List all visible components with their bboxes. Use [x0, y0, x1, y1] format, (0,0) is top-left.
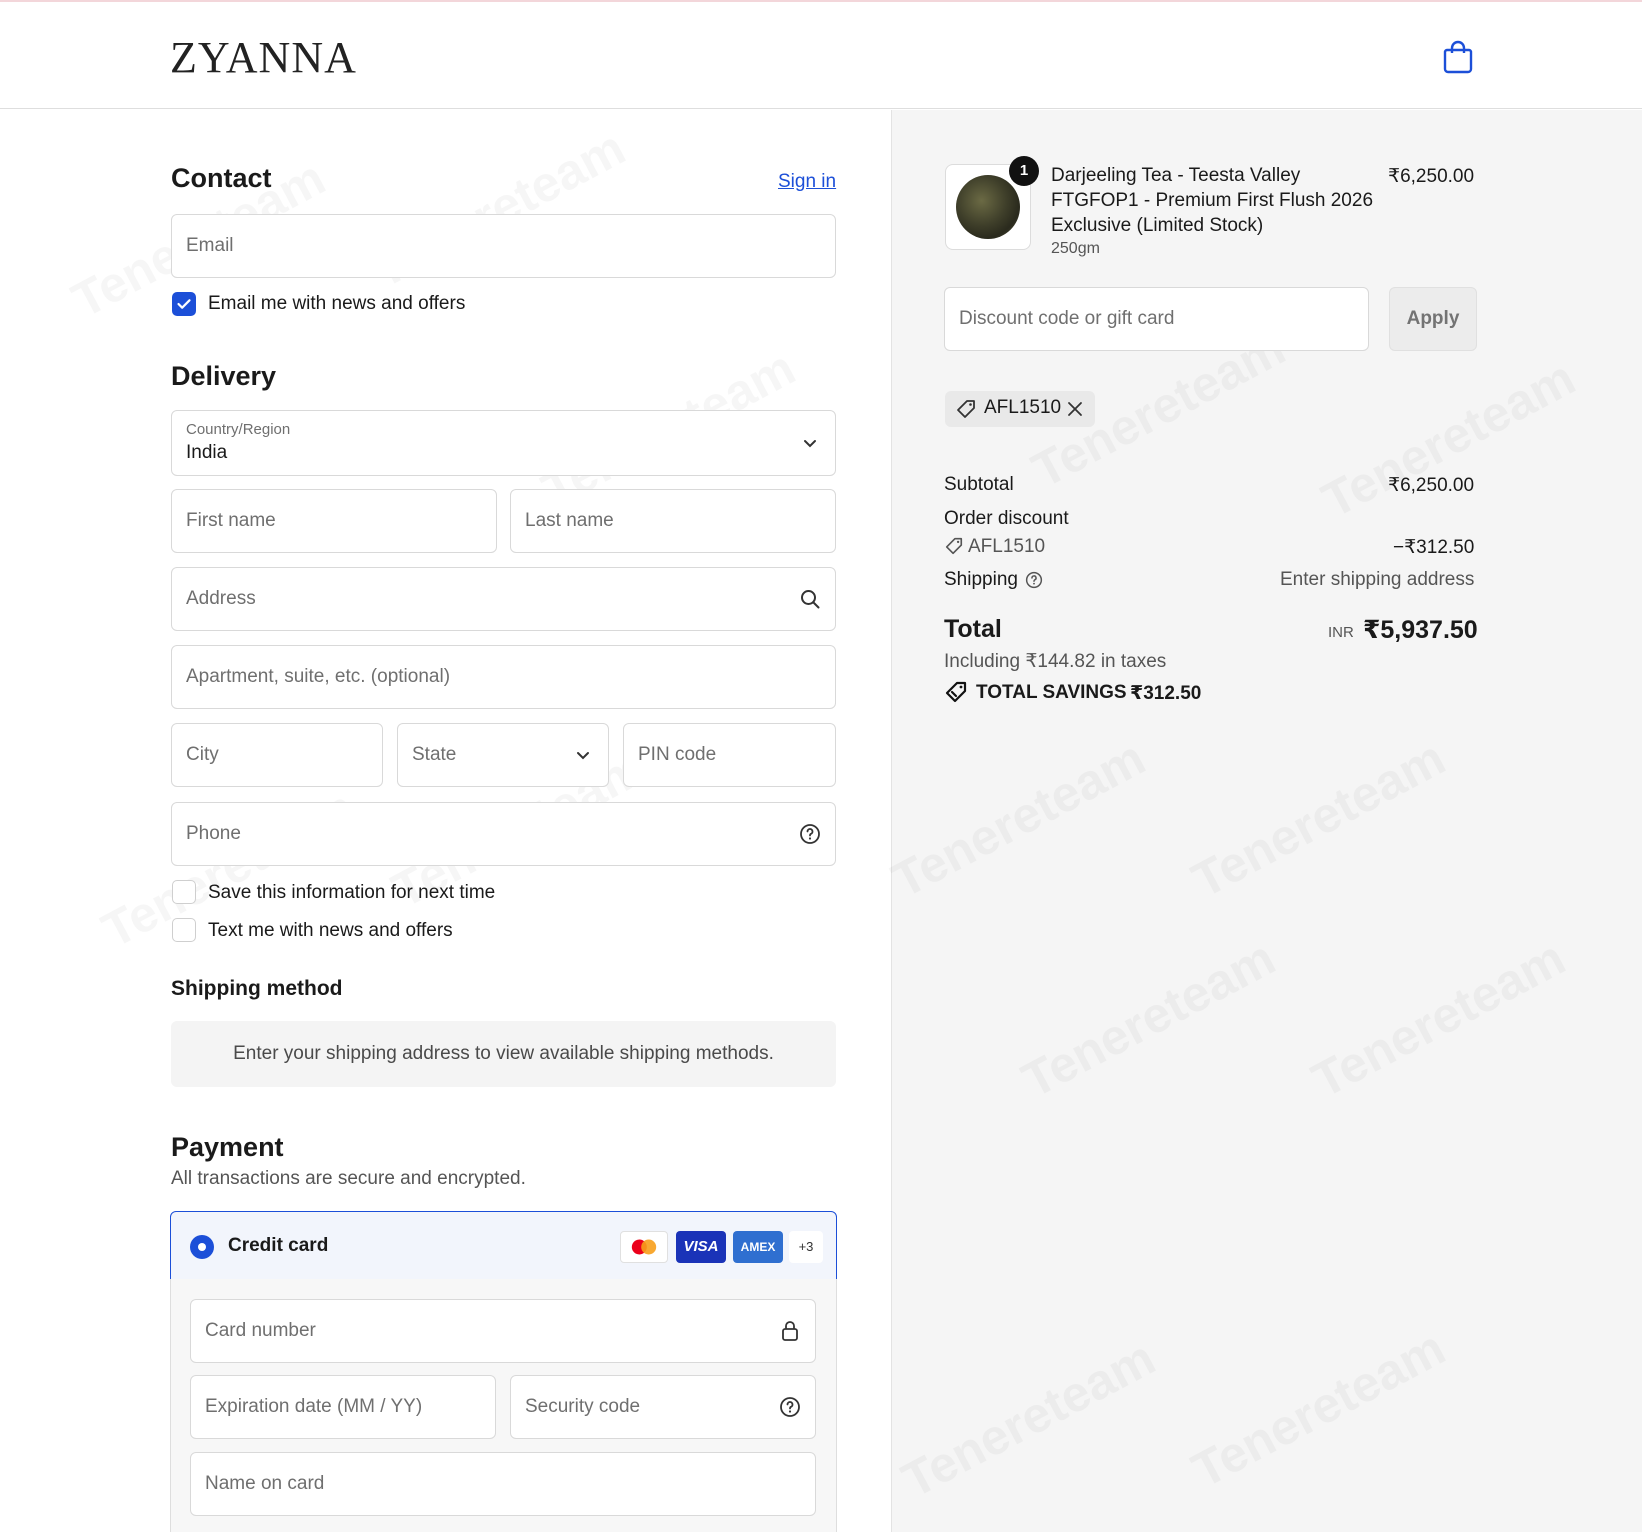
savings-tag-icon	[945, 681, 967, 703]
save-info-checkbox[interactable]	[172, 880, 196, 904]
last-name-field[interactable]: Last name	[510, 489, 836, 553]
amex-icon: AMEX	[733, 1231, 783, 1263]
shopping-bag-icon[interactable]	[1443, 40, 1473, 74]
taxes-note: Including ₹144.82 in taxes	[944, 651, 1167, 672]
pin-code-placeholder: PIN code	[638, 744, 717, 765]
chevron-down-icon	[577, 752, 589, 760]
shipping-label: Shipping	[944, 569, 1018, 590]
phone-placeholder: Phone	[186, 823, 241, 844]
help-icon[interactable]	[779, 1396, 801, 1418]
delivery-heading: Delivery	[171, 361, 277, 391]
apartment-field[interactable]: Apartment, suite, etc. (optional)	[171, 645, 836, 709]
help-icon[interactable]	[799, 823, 821, 845]
address-placeholder: Address	[186, 588, 256, 609]
total-label: Total	[944, 615, 1002, 643]
city-placeholder: City	[186, 744, 219, 765]
tag-icon	[957, 400, 975, 418]
quantity-badge: 1	[1009, 156, 1039, 186]
credit-card-label: Credit card	[228, 1235, 329, 1256]
brand-logo[interactable]: ZYANNA	[170, 32, 357, 83]
newsletter-checkbox[interactable]	[172, 292, 196, 316]
email-field[interactable]: Email	[171, 214, 836, 278]
applied-discount-code: AFL1510	[984, 397, 1062, 418]
security-code-field[interactable]: Security code	[510, 1375, 816, 1439]
address-field[interactable]: Address	[171, 567, 836, 631]
more-cards-badge: +3	[789, 1231, 823, 1263]
product-name-line3: Exclusive (Limited Stock)	[1051, 215, 1264, 236]
product-price: ₹6,250.00	[1388, 166, 1475, 187]
save-info-label: Save this information for next time	[208, 882, 496, 903]
city-field[interactable]: City	[171, 723, 383, 787]
country-select[interactable]: Country/Region India	[171, 410, 836, 476]
product-name-line2: FTGFOP1 - Premium First Flush 2026	[1051, 190, 1374, 211]
tag-icon	[945, 537, 963, 555]
lock-icon	[782, 1321, 798, 1341]
text-offers-checkbox[interactable]	[172, 918, 196, 942]
discount-code-placeholder: Discount code or gift card	[959, 308, 1175, 329]
product-variant: 250gm	[1051, 240, 1100, 257]
subtotal-label: Subtotal	[944, 474, 1014, 495]
card-number-field[interactable]: Card number	[190, 1299, 816, 1363]
total-currency: INR	[1328, 624, 1354, 641]
contact-heading: Contact	[171, 163, 272, 193]
visa-icon: VISA	[676, 1231, 726, 1263]
phone-field[interactable]: Phone	[171, 802, 836, 866]
name-on-card-placeholder: Name on card	[205, 1473, 325, 1494]
card-number-placeholder: Card number	[205, 1320, 316, 1341]
total-value: ₹5,937.50	[1363, 616, 1478, 644]
pin-code-field[interactable]: PIN code	[623, 723, 836, 787]
applied-discount-chip: AFL1510	[945, 391, 1095, 427]
order-discount-label: Order discount	[944, 508, 1069, 529]
shipping-method-heading: Shipping method	[171, 977, 343, 1000]
sign-in-link[interactable]: Sign in	[778, 171, 836, 193]
state-select[interactable]: State	[397, 723, 609, 787]
tea-leaves-image	[956, 175, 1020, 239]
search-icon[interactable]	[799, 588, 821, 610]
country-value: India	[186, 442, 228, 463]
site-header: ZYANNA	[0, 2, 1642, 109]
total-savings-label: TOTAL SAVINGS	[976, 682, 1127, 703]
first-name-field[interactable]: First name	[171, 489, 497, 553]
credit-card-radio[interactable]	[190, 1235, 214, 1259]
credit-card-option[interactable]: Credit card VISA AMEX +3	[170, 1211, 837, 1280]
last-name-placeholder: Last name	[525, 510, 614, 531]
total-savings-value: ₹312.50	[1130, 683, 1202, 704]
checkmark-icon	[177, 299, 191, 309]
apartment-placeholder: Apartment, suite, etc. (optional)	[186, 666, 451, 687]
close-icon[interactable]	[1066, 400, 1084, 418]
shipping-value: Enter shipping address	[1280, 569, 1475, 590]
product-name-line1: Darjeeling Tea - Teesta Valley	[1051, 165, 1301, 186]
discount-code-field[interactable]: Discount code or gift card	[944, 287, 1369, 351]
mastercard-icon	[620, 1231, 668, 1263]
name-on-card-field[interactable]: Name on card	[190, 1452, 816, 1516]
state-placeholder: State	[412, 744, 457, 765]
country-label: Country/Region	[186, 421, 291, 438]
newsletter-label: Email me with news and offers	[208, 293, 466, 314]
chevron-down-icon	[804, 440, 816, 448]
text-offers-label: Text me with news and offers	[208, 920, 453, 941]
security-code-placeholder: Security code	[525, 1396, 641, 1417]
help-icon[interactable]	[1025, 571, 1043, 589]
first-name-placeholder: First name	[186, 510, 276, 531]
expiration-date-field[interactable]: Expiration date (MM / YY)	[190, 1375, 496, 1439]
payment-heading: Payment	[171, 1132, 284, 1162]
payment-subtitle: All transactions are secure and encrypte…	[171, 1168, 526, 1189]
order-discount-code: AFL1510	[968, 536, 1046, 557]
apply-button[interactable]: Apply	[1389, 287, 1477, 351]
order-discount-value: −₹312.50	[1393, 537, 1475, 558]
email-placeholder: Email	[186, 235, 234, 256]
subtotal-value: ₹6,250.00	[1388, 475, 1475, 496]
shipping-method-notice: Enter your shipping address to view avai…	[171, 1021, 836, 1087]
expiration-date-placeholder: Expiration date (MM / YY)	[205, 1396, 423, 1417]
